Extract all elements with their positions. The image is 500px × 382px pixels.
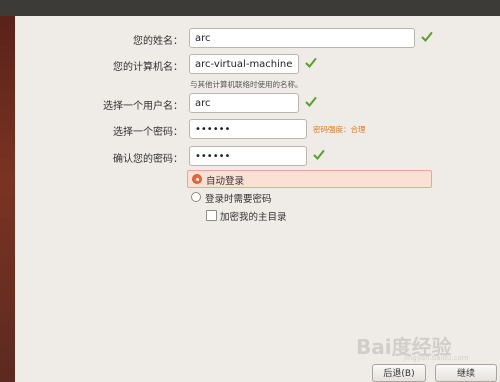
title-bar	[0, 0, 500, 16]
side-panel-shade	[0, 16, 15, 382]
confirm-password-valid-check-icon	[313, 150, 325, 160]
encrypt-home-checkbox[interactable]	[206, 210, 217, 221]
auto-login-radio[interactable]	[192, 174, 202, 184]
username-field[interactable]	[189, 93, 299, 113]
computer-name-field[interactable]	[189, 54, 299, 74]
encrypt-home-option[interactable]: 加密我的主目录	[203, 207, 403, 225]
username-label: 选择一个用户名：	[103, 101, 183, 112]
username-valid-check-icon	[305, 97, 317, 107]
confirm-password-field[interactable]	[189, 146, 307, 166]
name-field[interactable]	[189, 28, 415, 48]
baidu-watermark: Bai度经验 jingyan.baidu.com	[356, 333, 476, 363]
name-valid-check-icon	[421, 32, 433, 42]
continue-button[interactable]: 继续	[435, 364, 497, 382]
back-button[interactable]: 后退(B)	[372, 364, 426, 382]
password-strength-text: 密码强度：合理	[313, 125, 366, 134]
computer-name-valid-check-icon	[305, 58, 317, 68]
name-label: 您的姓名：	[133, 36, 183, 47]
computer-name-label: 您的计算机名：	[113, 62, 183, 73]
auto-login-label: 自动登录	[206, 176, 245, 187]
confirm-password-label: 确认您的密码：	[113, 154, 183, 165]
require-password-label: 登录时需要密码	[205, 194, 272, 205]
require-password-option[interactable]: 登录时需要密码	[187, 189, 387, 207]
encrypt-home-label: 加密我的主目录	[220, 212, 287, 223]
password-field[interactable]	[189, 119, 307, 139]
side-panel	[0, 16, 15, 382]
computer-name-hint: 与其他计算机联络时使用的名称。	[190, 80, 303, 89]
password-label: 选择一个密码：	[113, 127, 183, 138]
require-password-radio[interactable]	[191, 192, 201, 202]
watermark-url: jingyan.baidu.com	[404, 354, 469, 362]
auto-login-option[interactable]: 自动登录	[187, 170, 432, 188]
